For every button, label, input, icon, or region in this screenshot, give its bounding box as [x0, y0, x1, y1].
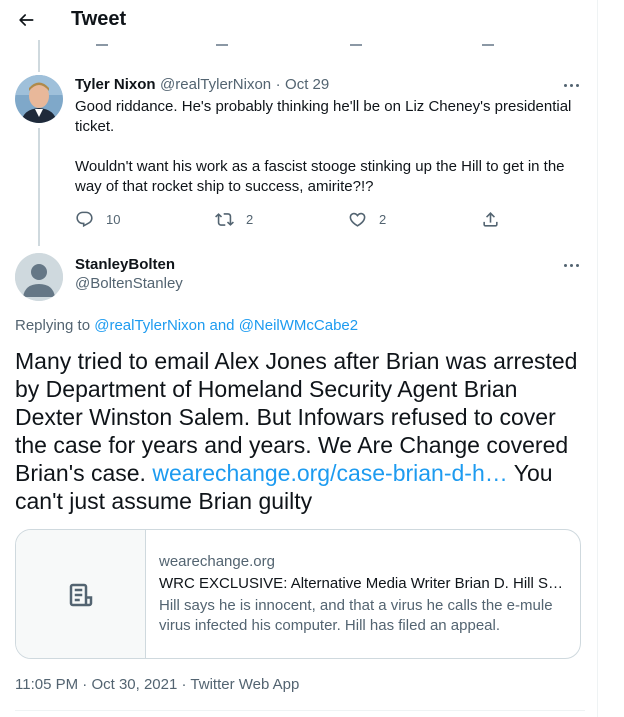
arrow-left-icon — [19, 14, 34, 26]
thread-line-top — [38, 40, 40, 72]
avatar-photo — [15, 75, 63, 123]
separator: · — [275, 76, 281, 93]
author-name[interactable]: Tyler Nixon — [75, 76, 156, 93]
mention-link[interactable]: @realTylerNixon — [94, 317, 205, 334]
timeline-column: Tweet Tyler Nixon @realTylerNixon · Oct … — [0, 0, 598, 717]
avatar[interactable] — [15, 75, 63, 123]
reply-header: Tyler Nixon @realTylerNixon · Oct 29 — [75, 76, 329, 94]
reply-count: 10 — [106, 211, 121, 227]
document-icon — [69, 583, 92, 607]
mention-link[interactable]: @NeilWMcCabe2 — [239, 317, 358, 334]
card-domain: wearechange.org — [159, 553, 275, 570]
retweet-button[interactable]: 2 — [215, 207, 253, 231]
tweet-date[interactable]: Oct 30, 2021 — [91, 676, 177, 693]
author-handle[interactable]: @realTylerNixon — [160, 76, 271, 93]
replying-to: Replying to @realTylerNixon and @NeilWMc… — [15, 317, 358, 334]
tweet-paragraph: Wouldn't want his work as a fascist stoo… — [75, 158, 565, 195]
author-handle[interactable]: @BoltenStanley — [75, 275, 183, 292]
separator: · — [82, 676, 88, 693]
separator: · — [181, 676, 187, 693]
reply-button[interactable]: 10 — [75, 207, 120, 231]
link-preview-card[interactable]: wearechange.org WRC EXCLUSIVE: Alternati… — [15, 529, 581, 659]
replying-and: and — [209, 317, 235, 334]
main-tweet-author[interactable]: StanleyBolten @BoltenStanley — [75, 256, 183, 292]
card-thumbnail — [16, 530, 146, 658]
more-options-button[interactable] — [557, 75, 585, 95]
tweet-link[interactable]: wearechange.org/case-brian-d-h… — [152, 460, 507, 486]
like-count: 2 — [379, 211, 387, 227]
thread-line-bottom — [38, 128, 40, 246]
card-body: wearechange.org WRC EXCLUSIVE: Alternati… — [159, 552, 569, 636]
page-title: Tweet — [71, 8, 127, 30]
page-header: Tweet — [0, 0, 597, 40]
share-button[interactable] — [481, 207, 512, 231]
tweet-text: Good riddance. He's probably thinking he… — [75, 97, 585, 217]
divider — [15, 710, 585, 711]
heart-icon — [349, 212, 366, 227]
retweet-count: 2 — [246, 211, 254, 227]
avatar[interactable] — [15, 253, 63, 301]
more-options-button[interactable] — [557, 255, 585, 275]
default-avatar-icon — [15, 253, 63, 301]
tweet-date[interactable]: Oct 29 — [285, 76, 329, 93]
tweet-paragraph: Good riddance. He's probably thinking he… — [75, 98, 572, 135]
retweet-icon — [215, 212, 234, 226]
tweet-source[interactable]: Twitter Web App — [190, 676, 299, 693]
replying-to-label: Replying to — [15, 317, 91, 334]
card-description: Hill says he is innocent, and that a vir… — [159, 597, 553, 634]
reply-icon — [76, 211, 93, 227]
share-icon — [483, 211, 498, 227]
tweet-text: Many tried to email Alex Jones after Bri… — [15, 347, 585, 515]
back-button[interactable] — [8, 2, 44, 38]
card-title: WRC EXCLUSIVE: Alternative Media Writer … — [159, 575, 569, 592]
like-button[interactable]: 2 — [348, 207, 386, 231]
tweet-metadata: 11:05 PM · Oct 30, 2021 · Twitter Web Ap… — [15, 676, 299, 693]
tweet-time[interactable]: 11:05 PM — [15, 676, 78, 693]
author-name[interactable]: StanleyBolten — [75, 256, 183, 273]
